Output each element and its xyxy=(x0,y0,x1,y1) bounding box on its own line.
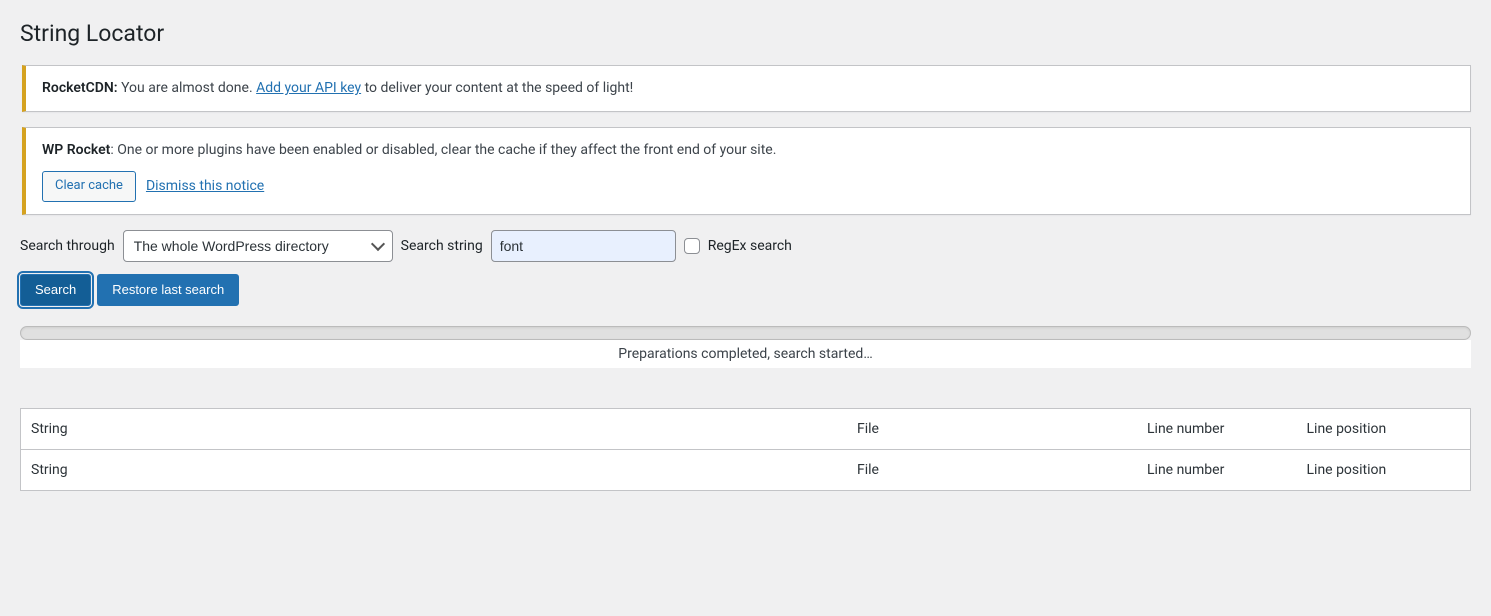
search-status-text: Preparations completed, search started… xyxy=(20,340,1471,368)
col-header-string[interactable]: String xyxy=(21,408,848,449)
dismiss-notice-link[interactable]: Dismiss this notice xyxy=(146,176,264,197)
col-header-line[interactable]: Line number xyxy=(1137,408,1297,449)
rocketcdn-text-after: to deliver your content at the speed of … xyxy=(361,80,633,96)
restore-last-search-button[interactable]: Restore last search xyxy=(97,274,239,306)
col-footer-string[interactable]: String xyxy=(21,449,848,490)
search-string-label: Search string xyxy=(401,238,483,254)
wprocket-message: : One or more plugins have been enabled … xyxy=(110,142,776,158)
search-button[interactable]: Search xyxy=(20,274,91,306)
rocketcdn-notice: RocketCDN: You are almost done. Add your… xyxy=(22,65,1471,112)
search-form-row: Search through The whole WordPress direc… xyxy=(20,230,1471,262)
regex-checkbox[interactable] xyxy=(684,238,700,254)
search-through-select[interactable]: The whole WordPress directory xyxy=(123,230,393,262)
results-table: String File Line number Line position St… xyxy=(20,408,1471,491)
search-string-input[interactable] xyxy=(491,230,676,262)
col-header-position[interactable]: Line position xyxy=(1297,408,1471,449)
wprocket-prefix: WP Rocket xyxy=(42,142,110,158)
col-footer-file[interactable]: File xyxy=(847,449,1137,490)
wprocket-notice: WP Rocket: One or more plugins have been… xyxy=(22,127,1471,215)
rocketcdn-prefix: RocketCDN: xyxy=(42,80,118,96)
rocketcdn-text-before: You are almost done. xyxy=(118,80,257,96)
col-footer-position[interactable]: Line position xyxy=(1297,449,1471,490)
table-header-row: String File Line number Line position xyxy=(21,408,1471,449)
table-footer-row: String File Line number Line position xyxy=(21,449,1471,490)
search-through-label: Search through xyxy=(20,238,115,254)
page-title: String Locator xyxy=(20,20,1471,47)
add-api-key-link[interactable]: Add your API key xyxy=(256,80,361,96)
progress-section: Preparations completed, search started… xyxy=(20,326,1471,368)
clear-cache-button[interactable]: Clear cache xyxy=(42,171,136,202)
col-header-file[interactable]: File xyxy=(847,408,1137,449)
regex-label: RegEx search xyxy=(708,238,792,254)
progress-bar xyxy=(20,326,1471,340)
col-footer-line[interactable]: Line number xyxy=(1137,449,1297,490)
